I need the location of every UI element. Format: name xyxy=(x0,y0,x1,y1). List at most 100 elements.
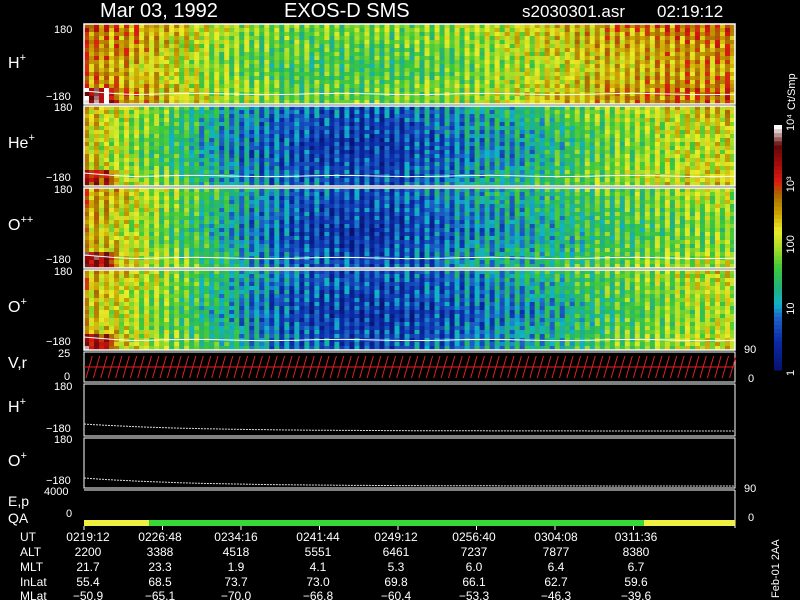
spectrogram-cell xyxy=(264,178,270,183)
spectrogram-cell xyxy=(319,88,325,93)
spectrogram-cell xyxy=(209,130,215,135)
spectrogram-cell xyxy=(339,84,345,89)
spectrogram-cell xyxy=(84,60,90,65)
spectrogram-cell xyxy=(309,114,315,119)
spectrogram-cell xyxy=(589,64,596,69)
spectrogram-cell xyxy=(559,118,566,123)
spectrogram-cell xyxy=(429,72,435,77)
spectrogram-cell xyxy=(219,32,225,37)
spectrogram-cell xyxy=(349,48,355,53)
spectrogram-cell xyxy=(404,32,410,37)
spectrogram-cell xyxy=(324,80,330,85)
spectrogram-cell xyxy=(564,36,571,41)
spectrogram-cell xyxy=(344,158,350,163)
spectrogram-cell xyxy=(444,170,450,175)
spectrogram-cell xyxy=(474,32,481,37)
spectrogram-cell xyxy=(449,48,455,53)
spectrogram-cell xyxy=(424,60,430,65)
spectrogram-cell xyxy=(409,162,415,167)
spectrogram-cell xyxy=(184,28,190,33)
spectrogram-cell xyxy=(569,150,576,155)
spectrogram-cell xyxy=(474,154,481,159)
spectrogram-cell xyxy=(204,68,210,73)
spectrogram-cell xyxy=(94,40,100,45)
spectrogram-cell xyxy=(304,146,310,151)
spectrogram-cell xyxy=(159,48,165,53)
spectrogram-cell xyxy=(664,64,671,69)
spectrogram-cell xyxy=(449,130,455,135)
spectrogram-cell xyxy=(144,162,150,167)
spectrogram-cell xyxy=(379,122,385,127)
spectrogram-cell xyxy=(224,130,230,135)
spectrogram-cell xyxy=(289,68,295,73)
spectrogram-cell xyxy=(174,166,180,171)
spectrogram-cell xyxy=(174,84,180,89)
spectrogram-cell xyxy=(329,44,335,49)
spectrogram-cell xyxy=(634,130,641,135)
spectrogram-cell xyxy=(84,122,90,127)
spectrogram-cell xyxy=(189,36,195,41)
spectrogram-cell xyxy=(309,88,315,93)
spectrogram-cell xyxy=(289,96,295,101)
spectrogram-cell xyxy=(264,166,270,171)
spectrogram-cell xyxy=(459,158,465,163)
spectrogram-cell xyxy=(519,134,526,139)
spectrogram-cell xyxy=(274,40,280,45)
spectrogram-cell xyxy=(89,138,95,143)
spectrogram-cell xyxy=(699,88,706,93)
spectrogram-cell xyxy=(269,146,275,151)
spectrogram-cell xyxy=(544,44,551,49)
spectrogram-cell xyxy=(484,170,491,175)
spectrogram-cell xyxy=(439,142,445,147)
spectrogram-cell xyxy=(459,130,465,135)
spectrogram-cell xyxy=(664,138,671,143)
spectrogram-cell xyxy=(589,36,596,41)
spectrogram-cell xyxy=(439,68,445,73)
spectrogram-cell xyxy=(324,138,330,143)
spectrogram-cell xyxy=(564,166,571,171)
spectrogram-cell xyxy=(259,158,265,163)
spectrogram-cell xyxy=(449,162,455,167)
spectrogram-cell xyxy=(174,28,180,33)
spectrogram-cell xyxy=(129,170,135,175)
spectrogram-cell xyxy=(284,48,290,53)
spectrogram-cell xyxy=(464,80,470,85)
spectrogram-cell xyxy=(559,178,566,183)
spectrogram-cell xyxy=(509,48,516,53)
spectrogram-cell xyxy=(639,80,646,85)
spectrogram-cell xyxy=(149,40,155,45)
spectrogram-cell xyxy=(554,150,561,155)
spectrogram-cell xyxy=(194,96,200,101)
spectrogram-cell xyxy=(404,36,410,41)
spectrogram-cell xyxy=(479,68,486,73)
spectrogram-cell xyxy=(554,36,561,41)
spectrogram-cell xyxy=(469,178,475,183)
spectrogram-cell xyxy=(189,32,195,37)
spectrogram-cell xyxy=(659,114,666,119)
spectrogram-cell xyxy=(159,84,165,89)
spectrogram-cell xyxy=(279,96,285,101)
spectrogram-cell xyxy=(564,134,571,139)
spectrogram-cell xyxy=(504,166,511,171)
spectrogram-cell xyxy=(724,80,731,85)
spectrogram-cell xyxy=(574,28,581,33)
spectrogram-cell xyxy=(134,166,140,171)
spectrogram-cell xyxy=(389,56,395,61)
spectrogram-cell xyxy=(399,88,405,93)
spectrogram-cell xyxy=(589,126,596,131)
spectrogram-cell xyxy=(629,80,636,85)
spectrogram-cell xyxy=(644,126,651,131)
spectrogram-cell xyxy=(669,28,676,33)
header-date: Mar 03, 1992 xyxy=(100,0,218,22)
spectrogram-cell xyxy=(709,60,716,65)
spectrogram-cell xyxy=(169,80,175,85)
spectrogram-cell xyxy=(244,138,250,143)
spectrogram-cell xyxy=(174,32,180,37)
spectrogram-cell xyxy=(189,130,195,135)
spectrogram-cell xyxy=(624,84,631,89)
spectrogram-cell xyxy=(499,130,506,135)
spectrogram-cell xyxy=(104,130,110,135)
spectrogram-cell xyxy=(84,76,90,81)
spectrogram-cell xyxy=(564,114,571,119)
spectrogram-cell xyxy=(614,32,621,37)
